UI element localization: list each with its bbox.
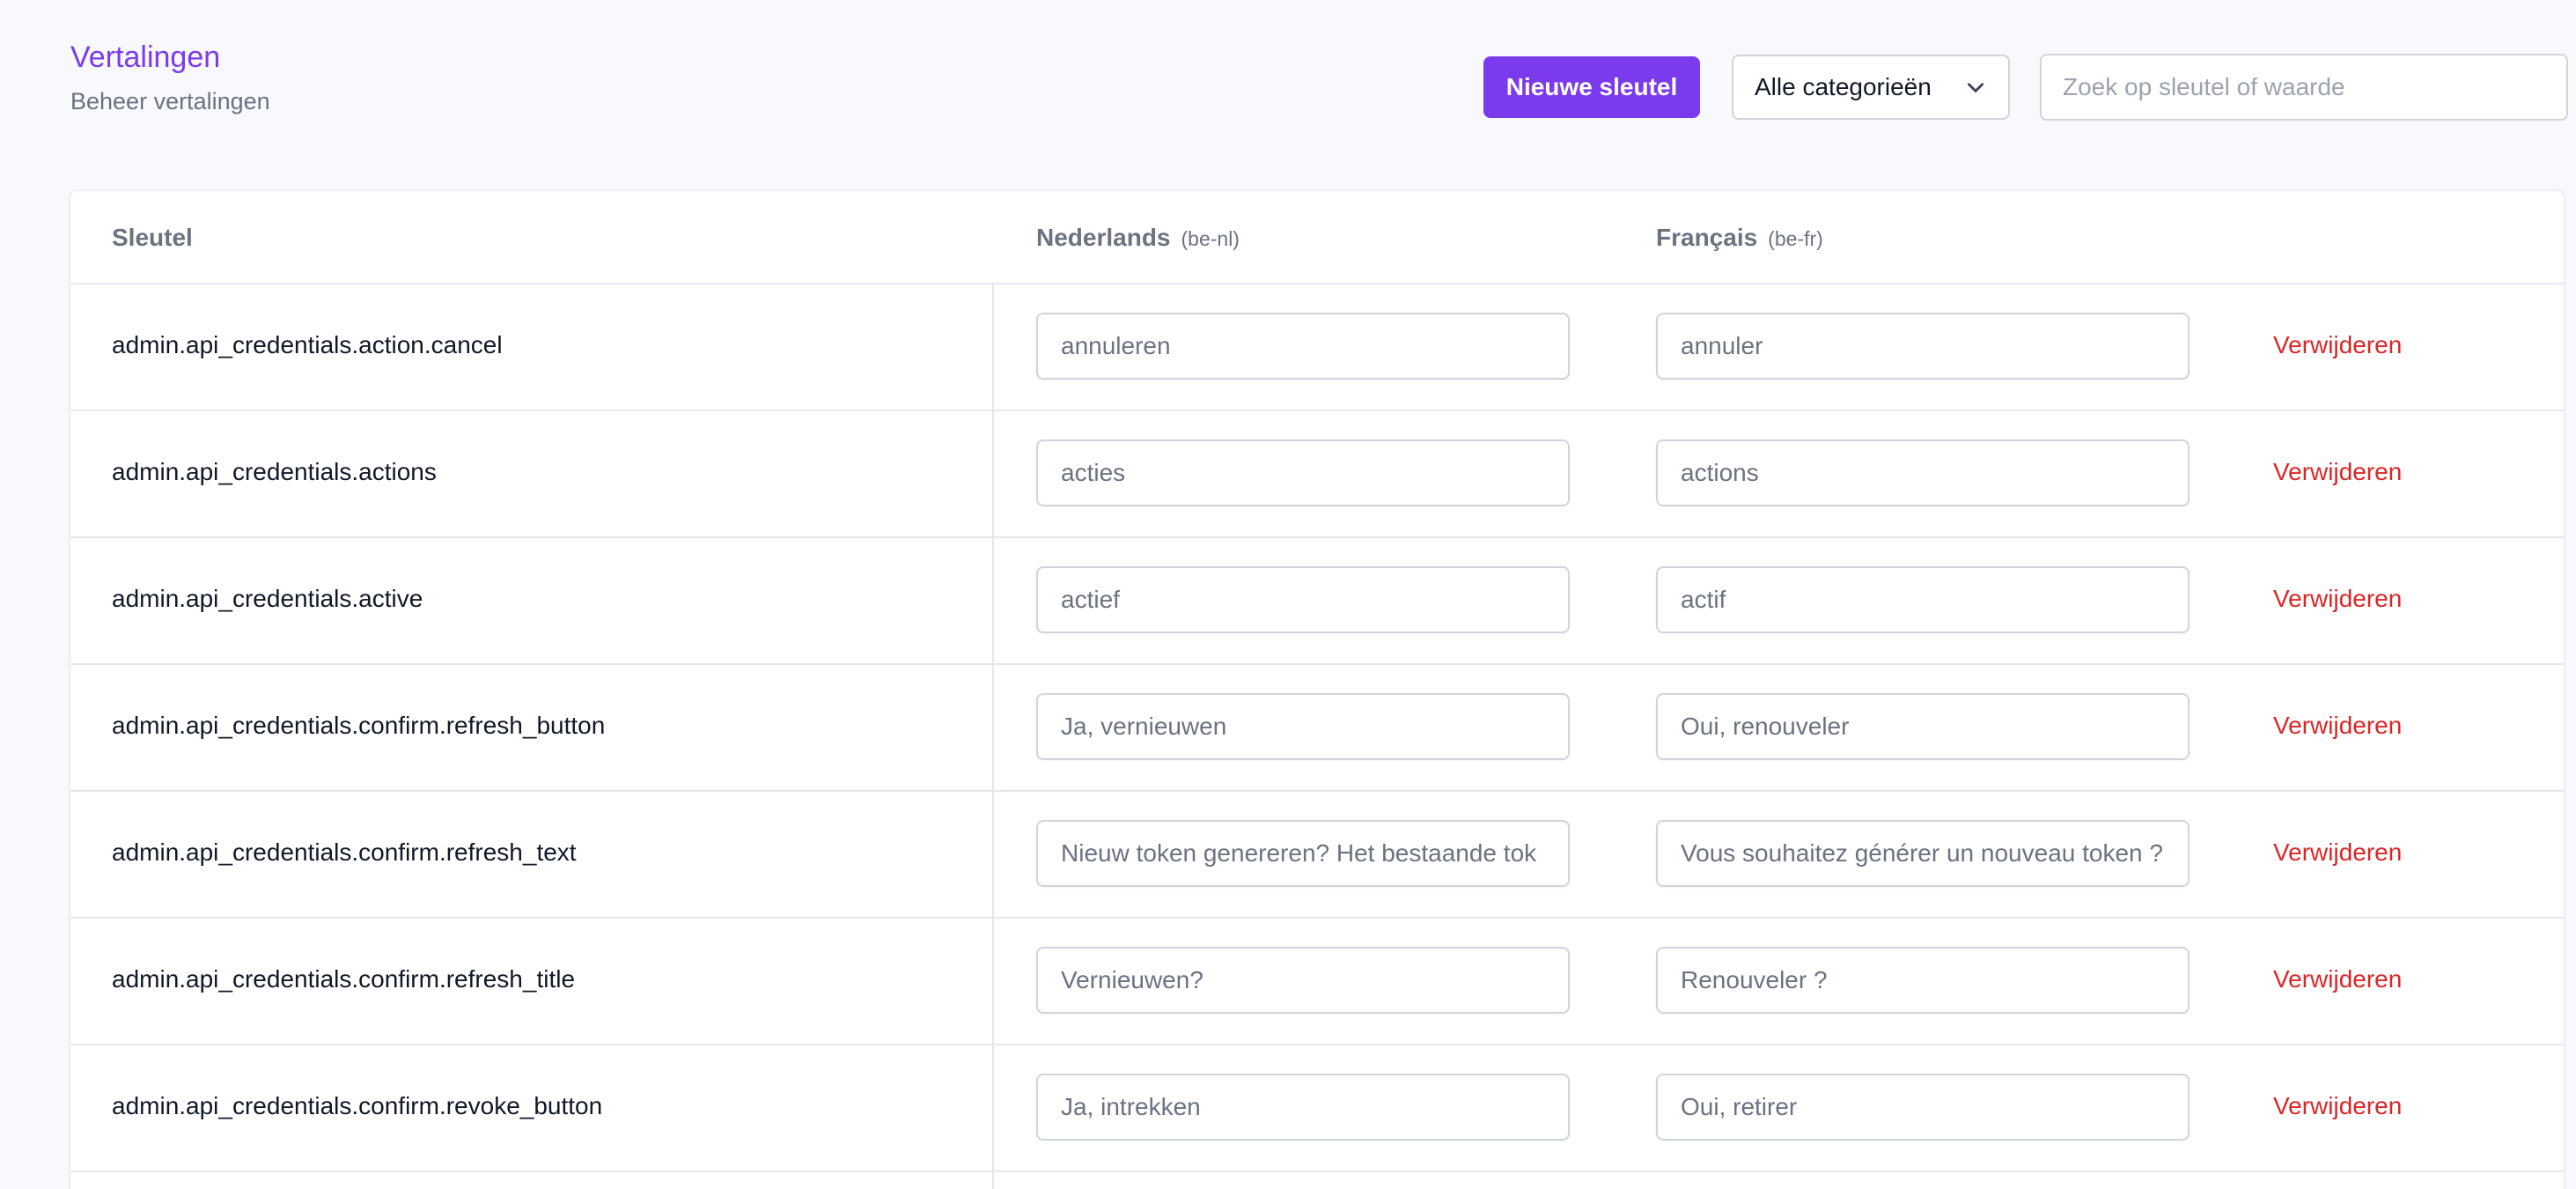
chevron-down-icon	[1968, 83, 1984, 92]
fr-value-input[interactable]	[1656, 439, 2190, 506]
translation-key: admin.api_credentials.actions	[112, 458, 437, 485]
table-row: admin.api_credentials.confirm.refresh_te…	[70, 792, 2564, 919]
table-row: admin.api_credentials.active Verwijderen	[70, 538, 2564, 665]
delete-link[interactable]: Verwijderen	[2273, 964, 2402, 994]
translations-page: Vertalingen Beheer vertalingen Nieuwe sl…	[0, 0, 2576, 1189]
column-header-nl-label: Nederlands	[1036, 224, 1171, 251]
delete-link[interactable]: Verwijderen	[2273, 330, 2402, 360]
fr-value-input[interactable]	[1656, 693, 2190, 760]
table-row: admin.api_credentials.confirm.refresh_bu…	[70, 665, 2564, 792]
page-header: Vertalingen Beheer vertalingen	[70, 39, 270, 116]
table-row: admin.api_credentials.actions Verwijdere…	[70, 411, 2564, 538]
fr-value-input[interactable]	[1656, 820, 2190, 887]
column-header-nl: Nederlands (be-nl)	[1036, 223, 1240, 254]
column-header-nl-locale: (be-nl)	[1181, 227, 1240, 250]
toolbar: Nieuwe sleutel Alle categorieën	[1483, 54, 2568, 121]
nl-value-input[interactable]	[1036, 439, 1570, 506]
fr-value-input[interactable]	[1656, 1074, 2190, 1141]
page-title: Vertalingen	[70, 41, 221, 74]
column-header-key: Sleutel	[112, 224, 193, 251]
table-row: admin.api_credentials.action.cancel Verw…	[70, 284, 2564, 411]
new-key-button[interactable]: Nieuwe sleutel	[1483, 56, 1700, 118]
delete-link[interactable]: Verwijderen	[2273, 838, 2402, 868]
translation-key: admin.api_credentials.confirm.refresh_ti…	[112, 965, 576, 993]
nl-value-input[interactable]	[1036, 566, 1570, 633]
fr-value-input[interactable]	[1656, 566, 2190, 633]
translation-key: admin.api_credentials.active	[112, 585, 423, 612]
delete-link[interactable]: Verwijderen	[2273, 584, 2402, 614]
table-header: Sleutel Nederlands (be-nl) Français (be-fr…	[70, 191, 2564, 284]
nl-value-input[interactable]	[1036, 947, 1570, 1014]
translations-table: Sleutel Nederlands (be-nl) Français (be-fr…	[69, 189, 2565, 1189]
column-header-fr: Français (be-fr)	[1656, 223, 1823, 254]
column-header-fr-locale: (be-fr)	[1768, 227, 1823, 250]
nl-value-input[interactable]	[1036, 1074, 1570, 1141]
translation-key: admin.api_credentials.confirm.refresh_bu…	[112, 712, 606, 739]
translation-key: admin.api_credentials.action.cancel	[112, 331, 503, 358]
table-row: admin.api_credentials.confirm.refresh_ti…	[70, 919, 2564, 1045]
page-subtitle: Beheer vertalingen	[70, 88, 270, 114]
search-input[interactable]	[2040, 54, 2568, 121]
translation-key: admin.api_credentials.confirm.refresh_te…	[112, 838, 577, 866]
delete-link[interactable]: Verwijderen	[2273, 711, 2402, 741]
fr-value-input[interactable]	[1656, 947, 2190, 1014]
category-select-value: Alle categorieën	[1755, 73, 1932, 100]
delete-link[interactable]: Verwijderen	[2273, 1091, 2402, 1121]
fr-value-input[interactable]	[1656, 313, 2190, 380]
nl-value-input[interactable]	[1036, 820, 1570, 887]
nl-value-input[interactable]	[1036, 313, 1570, 380]
translation-key: admin.api_credentials.confirm.revoke_but…	[112, 1092, 603, 1119]
category-select[interactable]: Alle categorieën	[1732, 55, 2010, 120]
column-header-fr-label: Français	[1656, 224, 1758, 251]
delete-link[interactable]: Verwijderen	[2273, 457, 2402, 487]
nl-value-input[interactable]	[1036, 693, 1570, 760]
table-row: admin.api_credentials.confirm.revoke_but…	[70, 1045, 2564, 1172]
